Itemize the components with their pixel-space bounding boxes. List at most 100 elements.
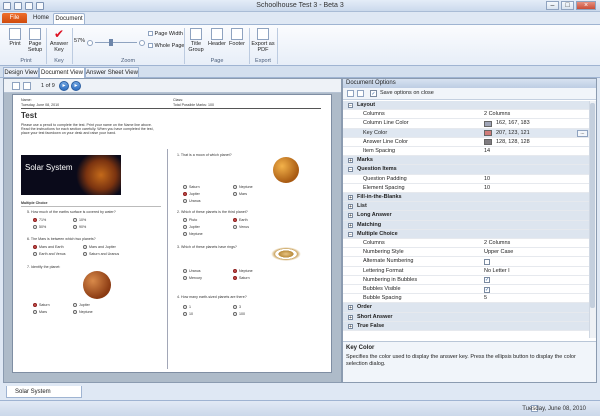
answer-option: 71% <box>39 218 47 222</box>
property-row[interactable]: Item Spacing 14 <box>343 147 589 157</box>
property-row[interactable]: Column Line Color 162, 167, 183 <box>343 119 589 129</box>
property-value[interactable]: 128, 128, 128 <box>496 138 530 147</box>
expand-toggle-icon[interactable]: + <box>348 222 353 228</box>
zoom-slider-thumb[interactable] <box>109 39 113 46</box>
answer-option: 10% <box>79 218 87 222</box>
previous-page-icon[interactable] <box>23 82 31 90</box>
tab-home[interactable]: Home <box>30 13 52 24</box>
property-category[interactable]: + True False <box>343 321 589 331</box>
property-row[interactable]: Columns 2 Columns <box>343 110 589 120</box>
header-button[interactable]: Header <box>207 28 227 47</box>
property-row[interactable]: Numbering Style Upper Case <box>343 248 589 258</box>
property-checkbox[interactable] <box>484 258 490 265</box>
tab-design-view[interactable]: Design View <box>3 67 39 78</box>
property-category[interactable]: + Short Answer <box>343 312 589 322</box>
first-page-icon[interactable] <box>12 82 20 90</box>
category-label: Question Items <box>357 166 397 173</box>
zoom-slider[interactable] <box>95 42 137 43</box>
zoom-out-icon[interactable] <box>87 40 93 46</box>
property-category[interactable]: − Layout <box>343 101 589 111</box>
property-category[interactable]: − Question Items <box>343 165 589 175</box>
expand-toggle-icon[interactable]: + <box>348 314 353 320</box>
property-row[interactable]: Numbering in Bubbles ✓ <box>343 276 589 285</box>
property-value[interactable]: 5 <box>484 294 487 303</box>
scrollbar-thumb[interactable] <box>590 103 595 308</box>
property-value[interactable]: 2 Columns <box>484 110 510 119</box>
ellipsis-button[interactable]: ... <box>577 129 588 137</box>
page-width-button[interactable]: Page Width <box>148 31 183 37</box>
property-row[interactable]: Alternate Numbering <box>343 257 589 267</box>
property-category[interactable]: + Long Answer <box>343 211 589 221</box>
property-row[interactable]: Bubble Spacing 5 <box>343 294 589 304</box>
property-value[interactable]: 207, 123, 121 <box>496 129 530 138</box>
answer-key-label: Answer Key <box>49 41 69 53</box>
expand-toggle-icon[interactable]: − <box>348 103 353 109</box>
next-page-icon[interactable]: ▸ <box>59 81 69 91</box>
answer-bubble <box>73 225 77 229</box>
last-page-icon[interactable]: ▸ <box>71 81 81 91</box>
expand-toggle-icon[interactable]: − <box>348 231 353 237</box>
answer-key-button[interactable]: ✔ Answer Key <box>48 28 70 53</box>
property-category[interactable]: − Multiple Choice <box>343 229 589 239</box>
checkmark-icon: ✔ <box>53 27 65 41</box>
page-setup-button[interactable]: Page Setup <box>25 28 45 53</box>
title-bar: Schoolhouse Test 3 - Beta 3 – □ × <box>0 0 600 12</box>
property-value[interactable]: No Letter I <box>484 267 510 276</box>
print-button[interactable]: Print <box>6 28 24 47</box>
sort-icon[interactable] <box>357 90 364 97</box>
answer-option: Jupiter <box>189 192 200 196</box>
expand-toggle-icon[interactable]: + <box>348 204 353 210</box>
property-row[interactable]: Columns 2 Columns <box>343 239 589 249</box>
file-tabs <box>0 386 600 400</box>
property-row[interactable]: Question Padding 10 <box>343 175 589 184</box>
save-options-checkbox[interactable]: ✓ <box>370 90 377 97</box>
property-value[interactable]: 10 <box>484 184 490 193</box>
property-checkbox[interactable]: ✓ <box>484 286 490 293</box>
property-category[interactable]: + Marks <box>343 156 589 166</box>
expand-toggle-icon[interactable]: + <box>348 195 353 201</box>
property-value[interactable]: 14 <box>484 147 490 156</box>
maximize-button[interactable]: □ <box>561 1 574 10</box>
property-value[interactable]: 162, 167, 183 <box>496 119 530 128</box>
expand-toggle-icon[interactable]: + <box>348 213 353 219</box>
property-row[interactable]: Key Color 207, 123, 121... <box>343 128 589 138</box>
property-category[interactable]: + Order <box>343 303 589 313</box>
close-button[interactable]: × <box>576 1 596 10</box>
answer-option: Uranus <box>189 269 201 273</box>
zoom-in-icon[interactable] <box>139 40 145 46</box>
answer-option: Neptune <box>239 269 253 273</box>
property-category[interactable]: + Fill-in-the-Blanks <box>343 193 589 203</box>
answer-option: Saturn <box>39 303 50 307</box>
group-separator <box>277 28 278 64</box>
tab-document-view[interactable]: Document View <box>39 67 85 78</box>
file-menu-button[interactable]: File <box>2 13 27 23</box>
property-row[interactable]: Element Spacing 10 <box>343 184 589 193</box>
answer-bubble <box>183 185 187 189</box>
test-title: Test <box>21 111 37 120</box>
answer-bubble <box>233 185 237 189</box>
tab-answer-sheet-view[interactable]: Answer Sheet View <box>85 67 139 78</box>
footer-button[interactable]: Footer <box>227 28 247 47</box>
tab-document[interactable]: Document <box>53 13 85 24</box>
property-category[interactable]: + List <box>343 202 589 212</box>
property-category[interactable]: + Matching <box>343 220 589 230</box>
property-row[interactable]: Bubbles Visible ✓ <box>343 285 589 295</box>
whole-page-button[interactable]: Whole Page <box>148 43 185 49</box>
answer-option: Mars and Earth <box>39 245 64 249</box>
property-value[interactable]: 2 Columns <box>484 239 510 248</box>
property-value[interactable]: Upper Case <box>484 248 513 257</box>
expand-toggle-icon[interactable]: − <box>348 167 353 173</box>
categorized-icon[interactable] <box>347 90 354 97</box>
expand-toggle-icon[interactable]: + <box>348 158 353 164</box>
title-group-button[interactable]: Title Group <box>187 28 205 53</box>
expand-toggle-icon[interactable]: + <box>348 305 353 311</box>
minimize-button[interactable]: – <box>546 1 559 10</box>
property-checkbox[interactable]: ✓ <box>484 277 490 284</box>
expand-toggle-icon[interactable]: + <box>348 323 353 329</box>
property-value[interactable]: 10 <box>484 175 490 184</box>
export-pdf-button[interactable]: Export as PDF <box>251 28 275 53</box>
property-name: Bubble Spacing <box>363 295 402 302</box>
property-row[interactable]: Lettering Format No Letter I <box>343 267 589 276</box>
property-row[interactable]: Answer Line Color 128, 128, 128 <box>343 138 589 147</box>
file-tab[interactable]: Solar System Sample.sht <box>6 386 82 407</box>
